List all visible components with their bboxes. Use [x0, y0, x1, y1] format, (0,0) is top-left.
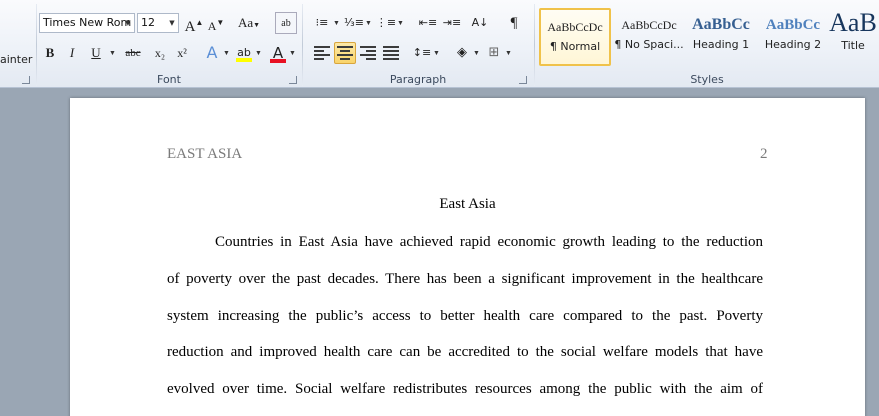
body-text-line: Countries in East Asia have achieved rap… — [215, 234, 763, 250]
text-effects-icon: A — [206, 43, 218, 62]
font-group: Times New Rom ▼ 12 ▼ A▲ A▼ Aa▼ ab B I U … — [37, 0, 301, 88]
bullets-dropdown-icon[interactable]: ▼ — [333, 20, 340, 27]
subscript-button[interactable]: x₂ — [149, 42, 171, 64]
paragraph-dialog-launcher-icon[interactable] — [519, 76, 527, 84]
underline-dropdown-icon[interactable]: ▼ — [109, 50, 116, 57]
shading-dropdown-icon[interactable]: ▼ — [473, 50, 480, 57]
page-number: 2 — [760, 146, 768, 162]
line-spacing-dropdown-icon[interactable]: ▼ — [433, 50, 440, 57]
style-sample: AaBbCcDc — [621, 18, 677, 32]
borders-button[interactable]: ⊞ — [483, 42, 505, 64]
style-sample: AaB — [829, 8, 877, 37]
superscript-button[interactable]: x² — [171, 42, 193, 64]
align-center-button[interactable] — [334, 42, 356, 64]
clipboard-group: ainter — [0, 0, 36, 88]
ribbon: ainter Times New Rom ▼ 12 ▼ A▲ A▼ Aa▼ ab… — [0, 0, 879, 88]
multilevel-dropdown-icon[interactable]: ▼ — [397, 20, 404, 27]
shrink-font-button[interactable]: A▼ — [205, 12, 227, 34]
font-name-combo[interactable]: Times New Rom ▼ — [39, 13, 135, 33]
indent-icon: ⇥≡ — [442, 16, 462, 29]
style-no-spacing[interactable]: AaBbCcDc ¶ No Spaci... — [613, 8, 685, 66]
font-color-dropdown-icon[interactable]: ▼ — [289, 50, 296, 57]
font-color-button[interactable]: A — [267, 42, 289, 64]
outdent-icon: ⇤≡ — [418, 16, 438, 29]
bullets-button[interactable]: ⁝≡ — [311, 12, 333, 34]
paint-bucket-icon: ◈ — [457, 45, 467, 60]
numbered-list-icon: ⅓≡ — [344, 16, 364, 29]
borders-dropdown-icon[interactable]: ▼ — [505, 50, 512, 57]
font-group-label: Font — [157, 73, 181, 86]
borders-icon: ⊞ — [488, 45, 500, 60]
style-label: Heading 1 — [692, 38, 750, 51]
style-sample: AaBbCcDc — [547, 20, 603, 34]
show-marks-button[interactable]: ¶ — [503, 12, 525, 34]
font-color-swatch — [270, 59, 286, 63]
styles-group: AaBbCcDc ¶ Normal AaBbCcDc ¶ No Spaci...… — [535, 0, 879, 88]
text-effects-button[interactable]: A — [201, 42, 223, 64]
justify-button[interactable] — [380, 42, 402, 64]
highlight-button[interactable]: ab — [233, 42, 255, 64]
line-spacing-icon: ↕≡ — [412, 46, 432, 59]
chevron-down-icon[interactable]: ▼ — [166, 14, 178, 32]
highlight-color-swatch — [236, 58, 252, 62]
body-text-line: evolved over time. Social welfare redist… — [167, 381, 763, 397]
align-left-icon — [314, 46, 330, 60]
body-text-line: system increasing the public’s access to… — [167, 308, 763, 324]
font-name-value: Times New Rom — [43, 16, 132, 29]
bullet-list-icon: ⁝≡ — [315, 16, 329, 29]
increase-indent-button[interactable]: ⇥≡ — [441, 12, 463, 34]
style-normal[interactable]: AaBbCcDc ¶ Normal — [539, 8, 611, 66]
shading-button[interactable]: ◈ — [451, 42, 473, 64]
style-label: Heading 2 — [764, 38, 822, 51]
document-title: East Asia — [439, 196, 496, 212]
clear-formatting-button[interactable]: ab — [275, 12, 297, 34]
style-title[interactable]: AaB Title — [827, 8, 879, 66]
multilevel-list-icon: ⋮≡ — [375, 16, 397, 29]
style-label: ¶ Normal — [549, 40, 601, 53]
grow-font-icon: A — [184, 19, 196, 35]
style-label: Title — [841, 39, 865, 52]
change-case-button[interactable]: Aa▼ — [235, 12, 263, 34]
style-heading-2[interactable]: AaBbCc Heading 2 — [757, 8, 829, 66]
numbering-button[interactable]: ⅓≡ — [343, 12, 365, 34]
paragraph-group-label: Paragraph — [389, 73, 447, 86]
highlight-dropdown-icon[interactable]: ▼ — [255, 50, 262, 57]
eraser-icon: ab — [281, 18, 291, 29]
chevron-down-icon[interactable]: ▼ — [122, 14, 134, 32]
style-sample: AaBbCc — [765, 17, 821, 33]
sort-az-icon: A↓ — [471, 16, 489, 29]
document-page[interactable]: EAST ASIA 2 East Asia Countries in East … — [70, 98, 865, 416]
style-label: ¶ No Spaci... — [614, 38, 684, 51]
italic-button[interactable]: I — [61, 42, 83, 64]
style-sample: AaBbCc — [692, 16, 750, 33]
font-size-value: 12 — [141, 16, 155, 29]
bold-button[interactable]: B — [39, 42, 61, 64]
strikethrough-button[interactable]: abc — [119, 42, 147, 64]
paragraph-group: ⁝≡ ▼ ⅓≡ ▼ ⋮≡ ▼ ⇤≡ ⇥≡ A↓ ¶ ↕≡ ▼ ◈ ▼ ⊞ ▼ P… — [303, 0, 533, 88]
font-dialog-launcher-icon[interactable] — [289, 76, 297, 84]
styles-group-label: Styles — [690, 73, 724, 86]
body-text-line: reduction and improved health care can b… — [167, 344, 763, 360]
grow-font-button[interactable]: A▲ — [183, 12, 205, 35]
justify-icon — [383, 46, 399, 60]
underline-button[interactable]: U — [85, 42, 107, 64]
font-size-combo[interactable]: 12 ▼ — [137, 13, 179, 33]
style-heading-1[interactable]: AaBbCc Heading 1 — [685, 8, 757, 66]
text-effects-dropdown-icon[interactable]: ▼ — [223, 50, 230, 57]
clipboard-launcher-icon[interactable] — [22, 76, 30, 84]
align-right-button[interactable] — [357, 42, 379, 64]
align-left-button[interactable] — [311, 42, 333, 64]
align-center-icon — [337, 46, 353, 60]
running-header: EAST ASIA — [167, 146, 243, 162]
change-case-icon: Aa — [237, 15, 254, 30]
body-text-line: of poverty over the past decades. There … — [167, 271, 763, 287]
line-spacing-button[interactable]: ↕≡ — [411, 42, 433, 64]
numbering-dropdown-icon[interactable]: ▼ — [365, 20, 372, 27]
align-right-icon — [360, 46, 376, 60]
sort-button[interactable]: A↓ — [469, 12, 491, 34]
format-painter-button[interactable]: ainter — [0, 53, 32, 66]
multilevel-list-button[interactable]: ⋮≡ — [375, 12, 397, 34]
decrease-indent-button[interactable]: ⇤≡ — [417, 12, 439, 34]
